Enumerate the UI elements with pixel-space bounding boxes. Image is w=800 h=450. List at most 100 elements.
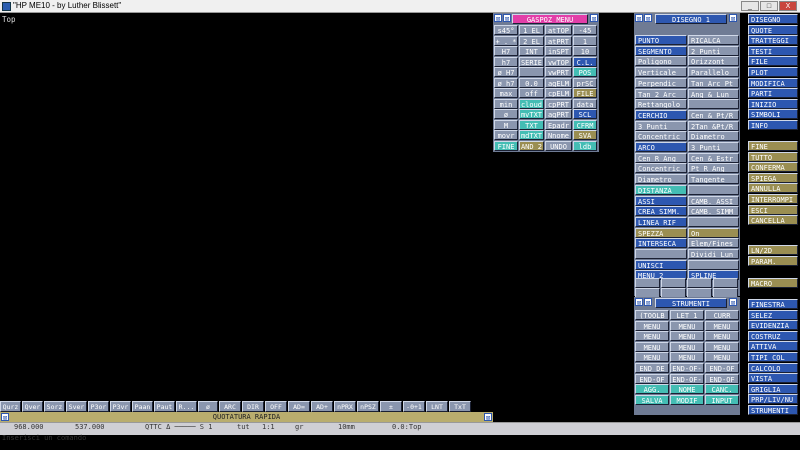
disegno-item[interactable]: On	[688, 227, 739, 238]
disegno-item[interactable]: Cen R Ang	[635, 152, 687, 163]
gaspoz-item[interactable]: SVA	[573, 130, 597, 140]
strumenti-close-icon[interactable]: ⊠	[729, 298, 737, 307]
toolbar-button[interactable]: ARC	[219, 401, 241, 412]
disegno-item[interactable]: Dividi Lun	[688, 249, 739, 259]
toolbar-button[interactable]: Paan	[132, 401, 153, 412]
right-menu-item[interactable]: FILE	[748, 56, 798, 67]
gaspoz-item[interactable]: mdTXT	[519, 130, 544, 140]
strumenti-item[interactable]: END-OF-	[670, 363, 704, 373]
right-menu-item[interactable]: QUOTE	[748, 24, 798, 35]
strumenti-item[interactable]: MENU	[635, 320, 669, 331]
disegno-item[interactable]: SPEZZA	[635, 227, 687, 238]
right-menu-item[interactable]: PRP/LIV/NU	[748, 394, 798, 405]
gaspoz-item[interactable]: POS	[573, 67, 597, 77]
gaspoz-item[interactable]: AND 2	[519, 140, 544, 151]
disegno-item[interactable]: DISTANZA	[635, 184, 687, 195]
disegno-item[interactable]	[688, 99, 739, 110]
disegno-item[interactable]: ASSI	[635, 195, 687, 206]
disegno-item[interactable]: Poligono	[635, 56, 687, 67]
gaspoz-item[interactable]: SERIE	[519, 56, 544, 67]
gaspoz-item[interactable]: Epadr	[545, 119, 572, 130]
strumenti-item[interactable]: MENU	[705, 320, 739, 331]
gaspoz-item[interactable]: cloud	[519, 98, 544, 109]
strumenti-item[interactable]: CANC.	[705, 384, 739, 395]
disegno-item[interactable]: Elem/Fines	[688, 238, 739, 249]
disegno-item[interactable]: Cen & Estr	[688, 152, 739, 163]
disegno-item[interactable]: Tan 2 Arc	[635, 88, 687, 99]
right-menu-item[interactable]: INFO	[748, 120, 798, 130]
disegno-item[interactable]: 2Tan &Pt/R	[688, 120, 739, 131]
gaspoz-close-icon[interactable]: ⊠	[590, 14, 598, 23]
gaspoz-item[interactable]: ø h7	[494, 77, 518, 88]
disegno-item[interactable]: Concentric	[635, 163, 687, 174]
gaspoz-item[interactable]: ø	[494, 109, 518, 119]
close-button[interactable]: X	[779, 1, 797, 11]
disegno-item[interactable]: Rettangolo	[635, 99, 687, 110]
strumenti-item[interactable]: MENU	[635, 341, 669, 352]
strumenti-item[interactable]: END-OF-	[670, 373, 704, 384]
disegno-pin-icon[interactable]: ⊠	[635, 14, 643, 23]
strumenti-item[interactable]: SALVA	[635, 394, 669, 405]
disegno-item[interactable]: 3 Punti	[635, 120, 687, 131]
toolbar-button[interactable]: LNT	[426, 401, 448, 412]
gaspoz-item[interactable]: TXT	[519, 119, 544, 130]
right-menu-item[interactable]: INIZIO	[748, 98, 798, 109]
right-menu-item[interactable]: TIPI COL	[748, 352, 798, 362]
disegno-item[interactable]: Pt R Ang	[688, 163, 739, 174]
disegno-item[interactable]: 3 Punti	[688, 142, 739, 152]
toolbar-button[interactable]: R...	[176, 401, 197, 412]
right-menu-item[interactable]: MODIFICA	[748, 77, 798, 88]
gaspoz-item[interactable]: h7	[494, 56, 518, 67]
gaspoz-item[interactable]: 1	[573, 35, 597, 46]
right-menu-item[interactable]: FINESTRA	[748, 299, 798, 309]
gaspoz-item[interactable]: data	[573, 98, 597, 109]
gaspoz-item[interactable]: 0.0	[519, 77, 544, 88]
gaspoz-item[interactable]: 2 EL	[519, 35, 544, 46]
toolbar-button[interactable]: OFF	[265, 401, 287, 412]
gaspoz-item[interactable]: cpPRT	[545, 98, 572, 109]
strumenti-item[interactable]: LET 1	[670, 310, 704, 320]
strumenti-item[interactable]: MENU	[705, 341, 739, 352]
gaspoz-item[interactable]: cpELM	[545, 88, 572, 98]
gaspoz-item[interactable]: agPRT	[545, 109, 572, 119]
right-menu-item[interactable]: SIMBOLI	[748, 109, 798, 120]
command-prompt[interactable]: Inserisci un comando	[2, 433, 86, 443]
quotatura-bar[interactable]: QUOTATURA RAPIDA	[0, 412, 493, 422]
right-menu-item[interactable]: CANCELLA	[748, 215, 798, 226]
disegno-item[interactable]: Orizzont	[688, 56, 739, 67]
right-menu-item[interactable]: ATTIVA	[748, 341, 798, 352]
toolbar-button[interactable]: AD=	[288, 401, 310, 412]
gaspoz-item[interactable]: s45°	[494, 25, 518, 35]
strumenti-item[interactable]: END-OF	[705, 363, 739, 373]
disegno-item[interactable]: SEGMENTO	[635, 45, 687, 56]
gaspoz-item[interactable]: prSC	[573, 77, 597, 88]
gaspoz-item[interactable]: M	[494, 119, 518, 130]
gaspoz-item[interactable]: max	[494, 88, 518, 98]
right-menu-item[interactable]: COSTRUZ	[748, 330, 798, 341]
disegno-close-icon[interactable]: ⊠	[729, 14, 737, 23]
gaspoz-item[interactable]: + . *	[494, 35, 518, 46]
gaspoz-item[interactable]: ø H7	[494, 67, 518, 77]
disegno-item[interactable]	[688, 184, 739, 195]
gaspoz-item[interactable]: UNDO	[545, 140, 572, 151]
gaspoz-item[interactable]: -45	[573, 25, 597, 35]
disegno-title[interactable]: DISEGNO 1	[655, 14, 727, 24]
toolbar-button[interactable]: Paut	[154, 401, 175, 412]
gaspoz-item[interactable]: SCL	[573, 109, 597, 119]
right-menu-item[interactable]: CALCOLO	[748, 362, 798, 373]
gaspoz-item[interactable]: inSPT	[545, 46, 572, 56]
disegno-move-icon[interactable]: ⊠	[644, 14, 652, 23]
disegno-item[interactable]: CAMB. ASSI	[688, 195, 739, 206]
disegno-item[interactable]: CAMB. SIMM	[688, 206, 739, 217]
gaspoz-item[interactable]: INT	[519, 46, 544, 56]
right-menu-item[interactable]: ESCI	[748, 204, 798, 215]
gaspoz-pin-icon[interactable]: ⊠	[494, 14, 502, 23]
maximize-button[interactable]: □	[760, 1, 778, 11]
toolbar-button[interactable]: TxT	[449, 401, 471, 412]
toolbar-button[interactable]: AD+	[311, 401, 333, 412]
right-menu-item[interactable]: LN/2D	[748, 245, 798, 255]
strumenti-move-icon[interactable]: ⊠	[644, 298, 652, 307]
strumenti-item[interactable]: MENU	[705, 331, 739, 342]
disegno-item[interactable]: CERCHIO	[635, 109, 687, 120]
disegno-item[interactable]: CREA SIMM.	[635, 206, 687, 217]
